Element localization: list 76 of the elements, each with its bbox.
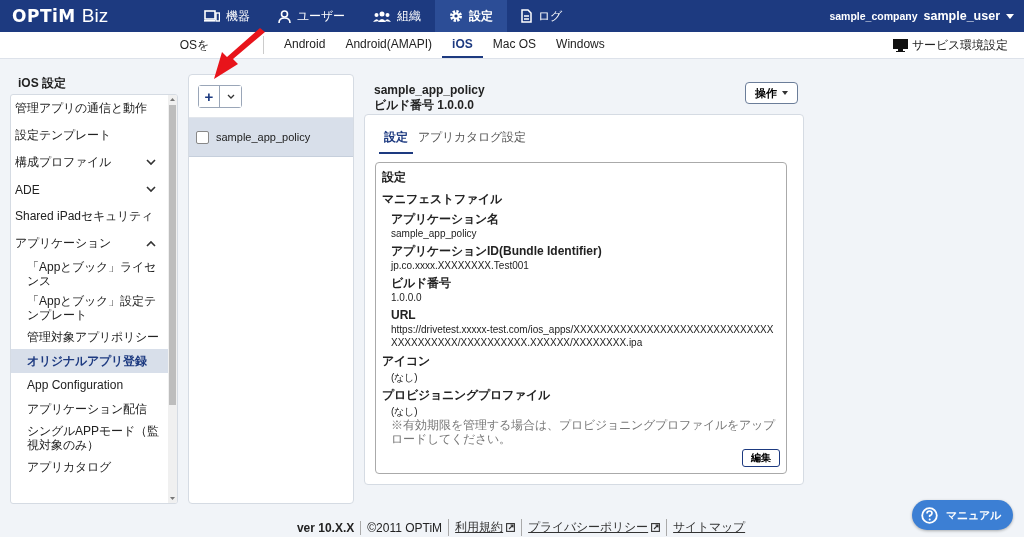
field-value: https://drivetest.xxxxx-test.com/ios_apps/XXXXXXXXXXXXXXXXXXXXXXXXXXXXXXXXXXXXXXXX/XXXXXXXXXX.XXXXXX/XXXXXXXX.ipa xyxy=(391,323,775,349)
field-label: アイコン xyxy=(382,353,431,370)
footer-link[interactable]: 利用規約 xyxy=(455,519,504,536)
caret-icon xyxy=(1006,13,1014,19)
detail-tab[interactable]: 設定 xyxy=(379,129,413,154)
group-icon xyxy=(373,10,391,22)
note-text: ※有効期限を管理する場合は、プロビジョニングプロファイルをアップロードしてください。 xyxy=(390,418,777,446)
caret-icon xyxy=(782,91,788,95)
checkbox[interactable] xyxy=(196,130,209,144)
policy-name: sample_app_policy xyxy=(216,131,311,143)
user-menu[interactable]: sample_user xyxy=(923,9,1000,23)
product-name: Biz xyxy=(81,5,109,27)
nav-tab[interactable]: ユーザー xyxy=(264,0,359,32)
field-value: jp.co.xxxx.XXXXXXXX.Test001 xyxy=(391,259,530,272)
nav-tab[interactable]: ログ xyxy=(507,0,576,32)
os-tab[interactable]: Android xyxy=(274,32,336,58)
field-label: ビルド番号 xyxy=(391,276,452,291)
sidebar-item[interactable]: Shared iPadセキュリティ xyxy=(11,203,168,230)
document-icon xyxy=(521,9,532,23)
footer-link[interactable]: プライバシーポリシー xyxy=(528,519,649,536)
sidebar-item[interactable]: 設定テンプレート xyxy=(11,122,168,149)
detail-tab[interactable]: アプリカタログ設定 xyxy=(413,129,531,154)
field-value: sample_app_policy xyxy=(391,227,478,240)
monitor-icon xyxy=(893,38,908,52)
chevron-down-icon xyxy=(226,93,235,99)
gear-icon xyxy=(449,9,463,23)
os-tab[interactable]: Windows xyxy=(546,32,615,58)
company-name: sample_company xyxy=(829,10,918,22)
field-label: URL xyxy=(391,308,417,323)
sidebar-subitem[interactable]: App Configuration xyxy=(11,373,168,397)
scroll-up-icon xyxy=(170,98,175,101)
field-label: プロビジョニングプロファイル xyxy=(382,387,551,404)
footer-link[interactable]: サイトマップ xyxy=(673,519,746,536)
build-number: ビルド番号 1.0.0.0 xyxy=(374,98,476,113)
sidebar-subitem[interactable]: アプリカタログ xyxy=(11,455,168,479)
actions-button[interactable]: 操作 xyxy=(745,82,798,104)
field-value: (なし) xyxy=(390,405,419,418)
field-label: アプリケーションID(Bundle Identifier) xyxy=(391,244,603,259)
sidebar-item[interactable]: 構成プロファイル xyxy=(11,149,168,176)
sidebar-title: iOS 設定 xyxy=(17,75,67,92)
field-label: アプリケーション名 xyxy=(391,212,500,227)
sidebar-subitem[interactable]: アプリケーション配信 xyxy=(11,397,168,421)
add-button[interactable]: + xyxy=(199,85,220,107)
edit-button[interactable]: 編集 xyxy=(742,449,780,467)
service-settings-link[interactable]: サービス環境設定 xyxy=(893,32,1024,58)
sidebar-item[interactable]: 管理アプリの通信と動作 xyxy=(11,95,168,122)
nav-tab[interactable]: 設定 xyxy=(435,0,507,32)
arrow-drawing xyxy=(213,28,265,80)
device-icon xyxy=(204,10,220,22)
os-tab[interactable]: Android(AMAPI) xyxy=(335,32,443,58)
manual-button[interactable]: マニュアル xyxy=(912,500,1013,530)
copyright-text: ©2011 OPTiM xyxy=(367,520,443,535)
scrollbar[interactable] xyxy=(168,95,177,503)
logo-text: OPTiM xyxy=(12,6,76,26)
sidebar-subitem[interactable]: 管理対象アプリポリシー xyxy=(11,325,168,349)
section-title: 設定 xyxy=(382,169,407,186)
policy-title: sample_app_policy xyxy=(374,83,485,98)
user-icon xyxy=(278,9,291,23)
sidebar-subitem[interactable]: 「Appとブック」ライセンス xyxy=(11,257,168,291)
sidebar-subitem[interactable]: シングルAPPモード（監視対象のみ） xyxy=(11,421,168,455)
sidebar-item[interactable]: ADE xyxy=(11,176,168,203)
group-title: マニフェストファイル xyxy=(382,191,503,208)
sidebar-item[interactable]: アプリケーション xyxy=(11,230,168,257)
field-value: 1.0.0.0 xyxy=(391,291,423,304)
scroll-down-icon xyxy=(170,497,175,500)
os-select-label: OSを xyxy=(179,36,209,54)
os-tab[interactable]: iOS xyxy=(442,32,483,58)
nav-tab[interactable]: 機器 xyxy=(190,0,264,32)
sidebar-subitem[interactable]: オリジナルアプリ登録 xyxy=(11,349,168,373)
version-text: ver 10.X.X xyxy=(296,520,355,535)
field-value: (なし) xyxy=(390,371,419,384)
help-icon xyxy=(921,506,938,524)
sidebar-subitem[interactable]: 「Appとブック」設定テンプレート xyxy=(11,291,168,325)
policy-row[interactable]: sample_app_policy xyxy=(189,118,353,157)
nav-tab[interactable]: 組織 xyxy=(359,0,435,32)
os-tab[interactable]: Mac OS xyxy=(482,32,547,58)
